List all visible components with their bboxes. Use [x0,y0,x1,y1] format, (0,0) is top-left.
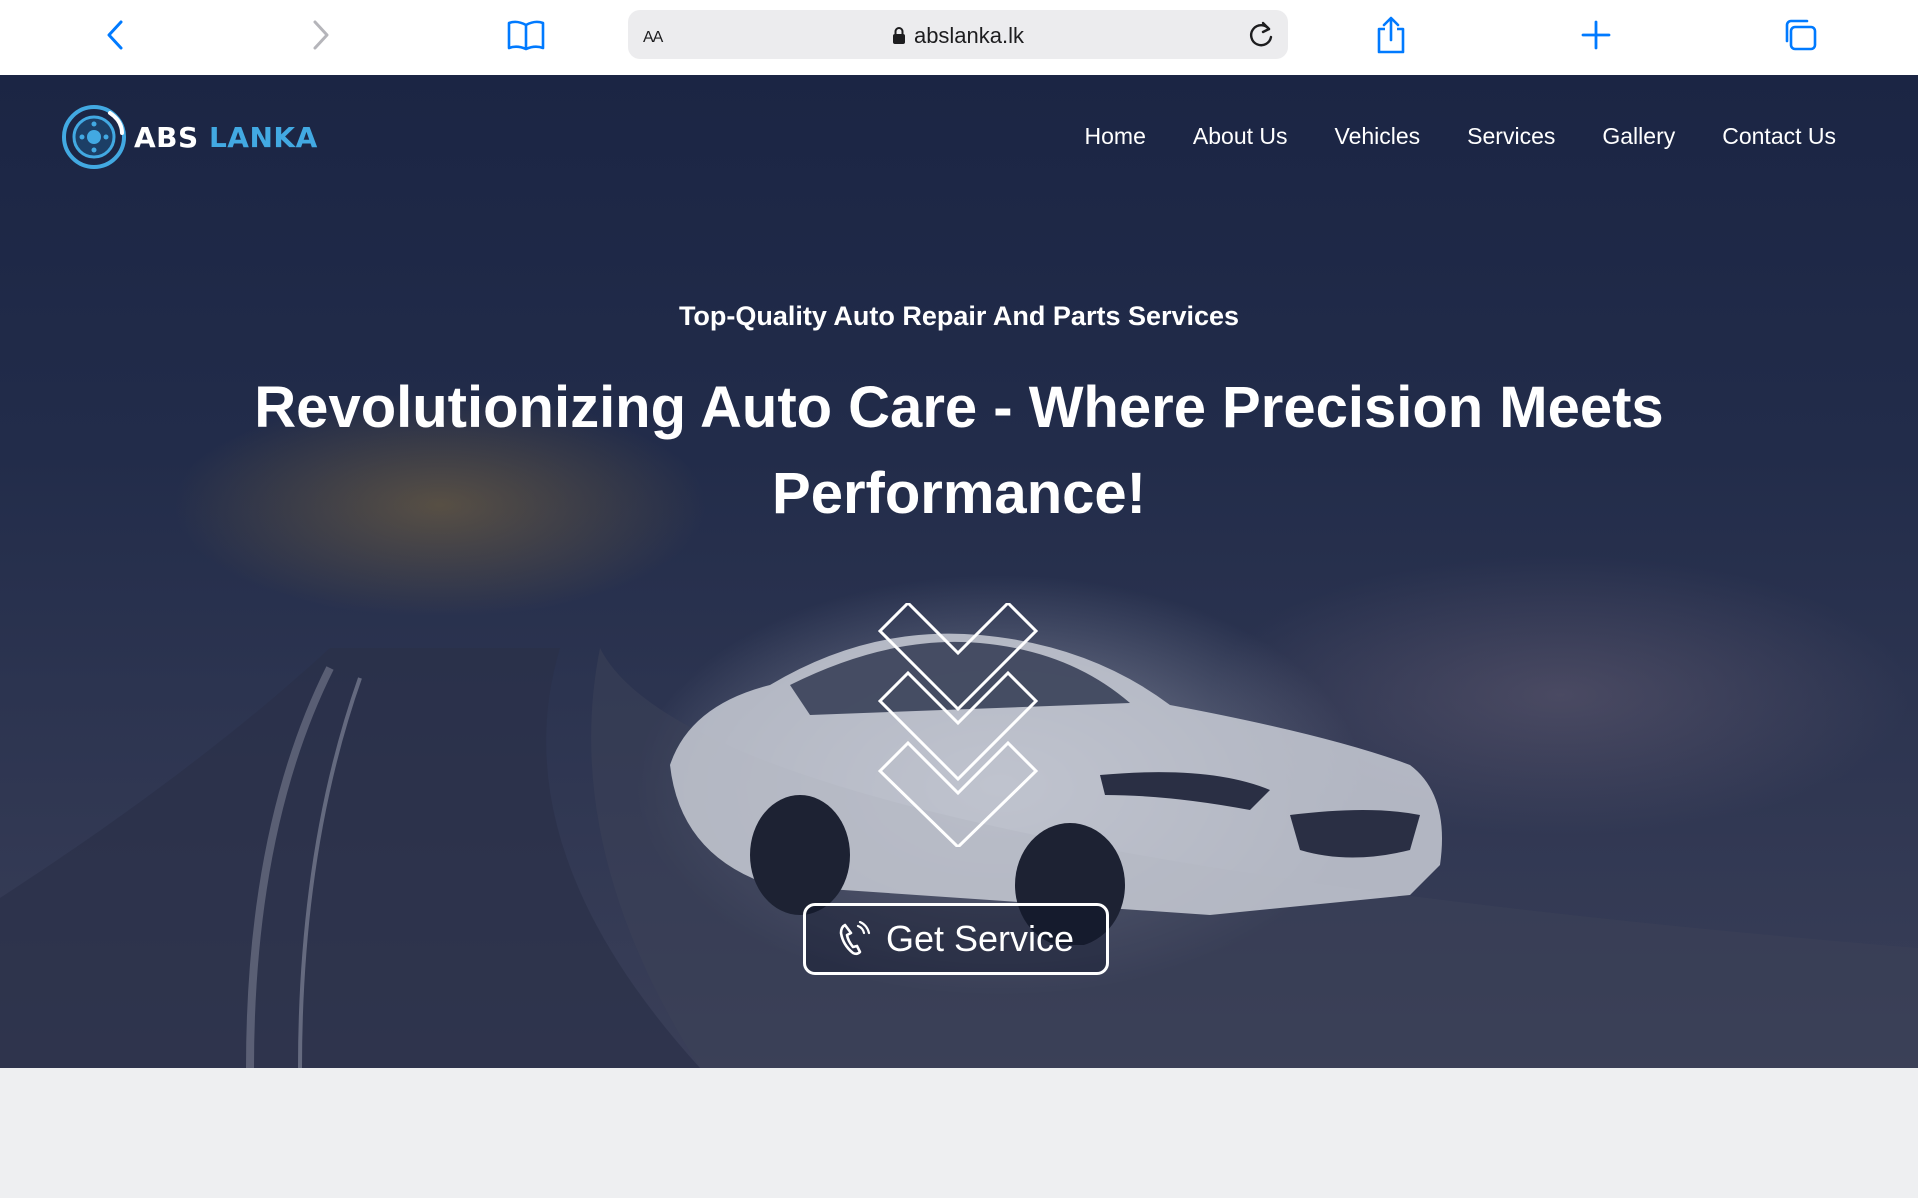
brake-disc-icon [62,105,126,169]
car-image [670,633,1442,945]
nav-contact-us[interactable]: Contact Us [1722,123,1836,150]
forward-icon[interactable] [297,12,343,58]
scroll-down-chevrons-icon[interactable] [878,603,1038,847]
logo-text-lanka: LANKA [208,120,318,154]
get-service-label: Get Service [885,918,1075,959]
url-field[interactable]: abslanka.lk [628,23,1288,51]
nav-gallery[interactable]: Gallery [1602,123,1675,150]
address-bar[interactable]: AA abslanka.lk [628,10,1288,59]
reload-icon[interactable] [1244,18,1278,52]
browser-toolbar: AA abslanka.lk [0,0,1918,75]
phone-icon [839,921,871,956]
hero-section: ABS LANKA Home About Us Vehicles Service… [0,75,1918,1068]
back-icon[interactable] [93,12,139,58]
url-text: abslanka.lk [913,23,1025,48]
tabs-icon[interactable] [1777,12,1823,58]
nav-vehicles[interactable]: Vehicles [1335,123,1421,150]
bookmarks-icon[interactable] [503,12,549,58]
logo-text-abs: ABS [134,120,199,154]
nav-home[interactable]: Home [1085,123,1146,150]
get-service-button[interactable]: Get Service [803,903,1109,975]
nav-services[interactable]: Services [1467,123,1555,150]
main-nav: Home About Us Vehicles Services Gallery … [1085,123,1836,150]
site-logo[interactable]: ABS LANKA [60,103,318,171]
lock-icon [892,25,906,51]
hero-tagline: Top-Quality Auto Repair And Parts Servic… [678,301,1240,331]
share-icon[interactable] [1368,12,1414,58]
nav-about-us[interactable]: About Us [1193,123,1288,150]
new-tab-icon[interactable] [1573,12,1619,58]
hero-headline: Revolutionizing Auto Care - Where Precis… [254,375,1664,526]
